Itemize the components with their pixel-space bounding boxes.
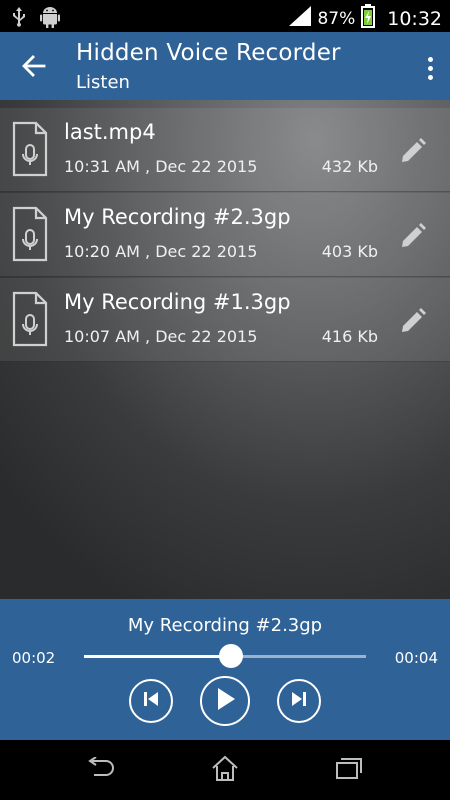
edit-pencil-icon[interactable] — [398, 136, 428, 166]
recording-name: last.mp4 — [64, 120, 156, 144]
seek-bar[interactable] — [84, 644, 366, 668]
status-bar: 87% 10:32 — [0, 0, 450, 32]
play-icon — [213, 686, 237, 716]
status-time: 10:32 — [387, 7, 442, 30]
battery-percent: 87% — [317, 8, 356, 29]
edit-pencil-icon[interactable] — [398, 221, 428, 251]
nav-home-button[interactable] — [200, 752, 250, 788]
recording-date: 10:31 AM , Dec 22 2015 — [64, 157, 258, 176]
play-button[interactable] — [200, 676, 250, 726]
battery-charging-icon — [361, 4, 376, 33]
nav-back-icon — [86, 756, 116, 783]
back-button[interactable] — [14, 48, 54, 88]
app-title: Hidden Voice Recorder — [76, 40, 341, 66]
nav-home-icon — [210, 754, 240, 786]
recording-row[interactable]: My Recording #1.3gp 10:07 AM , Dec 22 20… — [0, 278, 450, 362]
audio-player: My Recording #2.3gp 00:02 00:04 — [0, 599, 450, 740]
skip-previous-icon — [141, 689, 161, 713]
recording-date: 10:20 AM , Dec 22 2015 — [64, 242, 258, 261]
audio-file-icon — [12, 291, 48, 347]
app-bar: Hidden Voice Recorder Listen — [0, 32, 450, 100]
skip-next-button[interactable] — [277, 679, 321, 723]
usb-icon — [12, 7, 26, 31]
edit-pencil-icon[interactable] — [398, 306, 428, 336]
overflow-menu-button[interactable] — [420, 50, 440, 86]
recordings-list: last.mp4 10:31 AM , Dec 22 2015 432 Kb M… — [0, 100, 450, 599]
nav-recents-icon — [334, 756, 364, 784]
recording-row[interactable]: last.mp4 10:31 AM , Dec 22 2015 432 Kb — [0, 108, 450, 192]
nav-recents-button[interactable] — [324, 752, 374, 788]
seek-bar-thumb[interactable] — [218, 644, 243, 668]
recording-date: 10:07 AM , Dec 22 2015 — [64, 327, 258, 346]
android-icon — [40, 6, 60, 32]
audio-file-icon — [12, 121, 48, 177]
skip-previous-button[interactable] — [129, 679, 173, 723]
recording-row[interactable]: My Recording #2.3gp 10:20 AM , Dec 22 20… — [0, 193, 450, 277]
current-time: 00:02 — [12, 649, 56, 667]
nav-back-button[interactable] — [76, 752, 126, 788]
audio-file-icon — [12, 206, 48, 262]
app-subtitle: Listen — [76, 72, 130, 93]
total-time: 00:04 — [394, 649, 438, 667]
recording-size: 403 Kb — [321, 242, 378, 261]
seek-bar-progress — [84, 655, 231, 658]
system-nav-bar — [0, 740, 450, 800]
signal-icon — [289, 6, 312, 31]
recording-size: 416 Kb — [321, 327, 378, 346]
recording-name: My Recording #1.3gp — [64, 290, 291, 314]
back-arrow-icon — [22, 55, 46, 81]
recording-size: 432 Kb — [321, 157, 378, 176]
recording-name: My Recording #2.3gp — [64, 205, 291, 229]
overflow-menu-icon — [427, 56, 433, 62]
skip-next-icon — [289, 689, 309, 713]
now-playing-title: My Recording #2.3gp — [127, 615, 323, 636]
